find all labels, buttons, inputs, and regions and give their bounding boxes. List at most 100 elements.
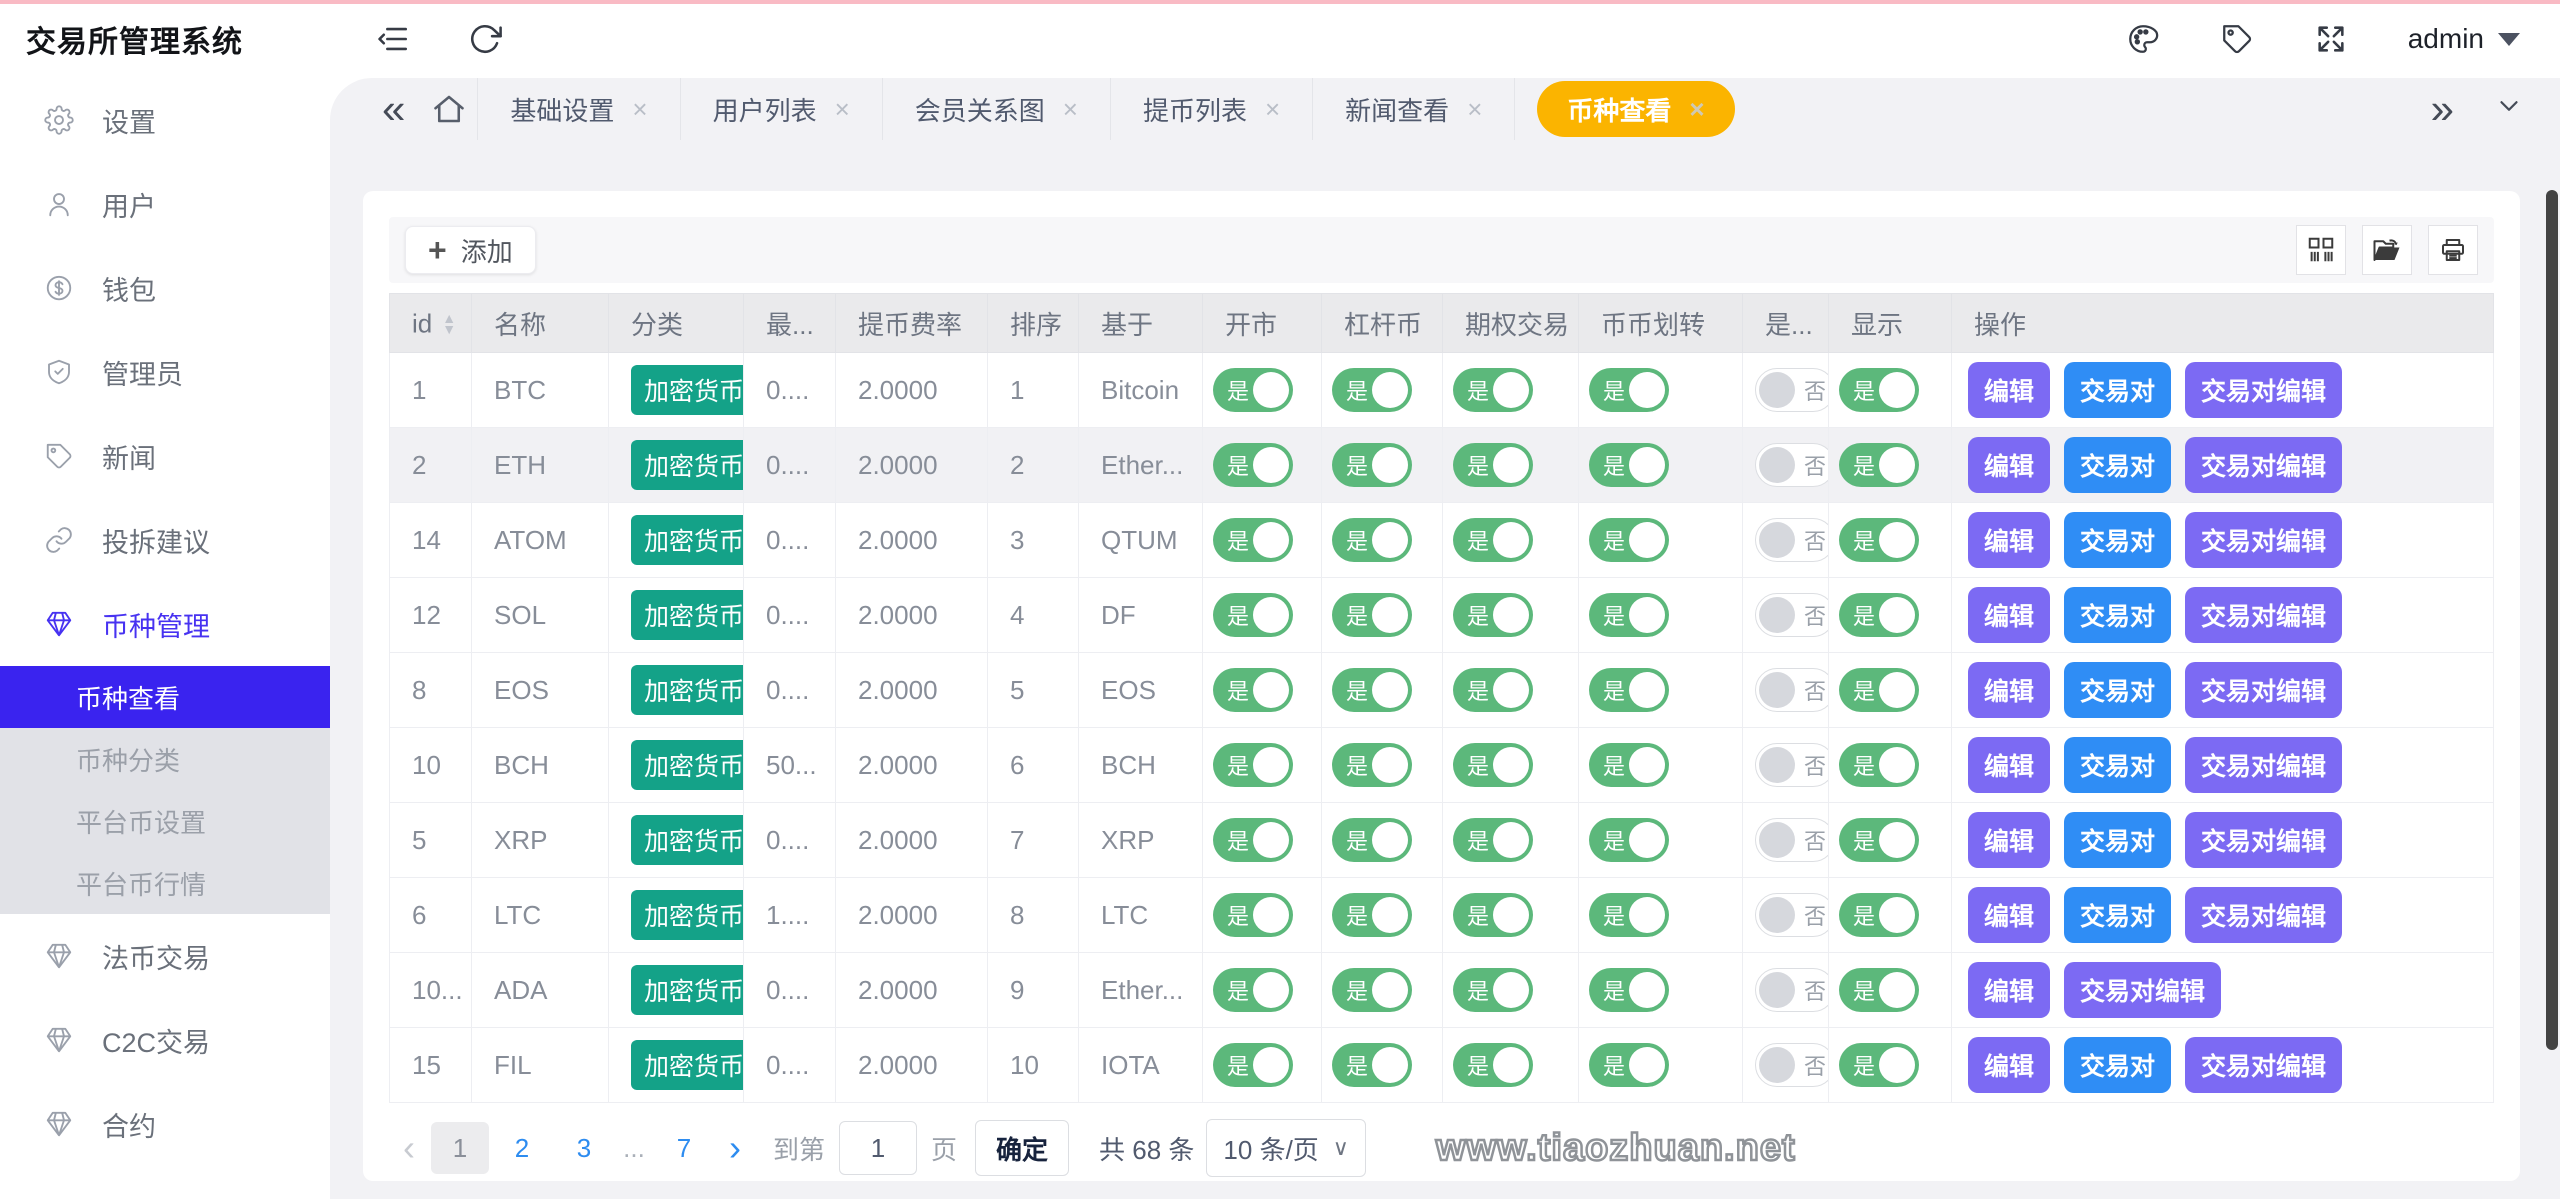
toggle-on[interactable]: 是 bbox=[1839, 518, 1919, 562]
toggle-on[interactable]: 是 bbox=[1589, 443, 1669, 487]
sidebar-item[interactable]: 币种管理 bbox=[0, 582, 330, 666]
sidebar-subitem[interactable]: 平台币设置 bbox=[0, 790, 330, 852]
toggle-on[interactable]: 是 bbox=[1589, 1043, 1669, 1087]
action-button[interactable]: 编辑 bbox=[1968, 587, 2050, 643]
toggle-off[interactable]: 否 bbox=[1755, 968, 1829, 1012]
palette-icon[interactable] bbox=[2126, 22, 2160, 56]
action-button[interactable]: 编辑 bbox=[1968, 362, 2050, 418]
toggle-off[interactable]: 否 bbox=[1755, 1043, 1829, 1087]
action-button[interactable]: 编辑 bbox=[1968, 812, 2050, 868]
action-button[interactable]: 编辑 bbox=[1968, 662, 2050, 718]
collapse-tabs-right-icon[interactable]: » bbox=[2431, 88, 2454, 130]
action-button[interactable]: 编辑 bbox=[1968, 962, 2050, 1018]
home-tab-icon[interactable] bbox=[431, 91, 467, 127]
toggle-on[interactable]: 是 bbox=[1213, 893, 1293, 937]
tab[interactable]: 币种查看× bbox=[1537, 81, 1734, 137]
toggle-on[interactable]: 是 bbox=[1213, 443, 1293, 487]
toggle-on[interactable]: 是 bbox=[1332, 518, 1412, 562]
toggle-on[interactable]: 是 bbox=[1453, 518, 1533, 562]
toggle-on[interactable]: 是 bbox=[1839, 743, 1919, 787]
toggle-off[interactable]: 否 bbox=[1755, 668, 1829, 712]
toggle-on[interactable]: 是 bbox=[1453, 743, 1533, 787]
confirm-button[interactable]: 确定 bbox=[975, 1120, 1069, 1176]
page-button[interactable]: 1 bbox=[431, 1122, 489, 1174]
toggle-on[interactable]: 是 bbox=[1589, 893, 1669, 937]
sidebar-subitem[interactable]: 平台币行情 bbox=[0, 852, 330, 914]
action-button[interactable]: 交易对编辑 bbox=[2185, 887, 2342, 943]
tab[interactable]: 提币列表× bbox=[1111, 78, 1313, 140]
goto-page-input[interactable] bbox=[839, 1121, 917, 1175]
tab[interactable]: 用户列表× bbox=[681, 78, 883, 140]
next-page-icon[interactable]: › bbox=[715, 1127, 755, 1169]
toggle-on[interactable]: 是 bbox=[1589, 968, 1669, 1012]
toggle-off[interactable]: 否 bbox=[1755, 518, 1829, 562]
action-button[interactable]: 交易对编辑 bbox=[2185, 662, 2342, 718]
columns-icon[interactable] bbox=[2296, 225, 2346, 275]
fullscreen-icon[interactable] bbox=[2314, 22, 2348, 56]
toggle-on[interactable]: 是 bbox=[1453, 968, 1533, 1012]
toggle-off[interactable]: 否 bbox=[1755, 818, 1829, 862]
tag-icon[interactable] bbox=[2220, 22, 2254, 56]
toggle-on[interactable]: 是 bbox=[1589, 593, 1669, 637]
action-button[interactable]: 交易对编辑 bbox=[2185, 512, 2342, 568]
toggle-on[interactable]: 是 bbox=[1589, 818, 1669, 862]
action-button[interactable]: 交易对编辑 bbox=[2185, 437, 2342, 493]
action-button[interactable]: 交易对编辑 bbox=[2185, 362, 2342, 418]
tab[interactable]: 新闻查看× bbox=[1313, 78, 1515, 140]
tab-list-caret-icon[interactable] bbox=[2494, 91, 2524, 128]
page-size-select[interactable]: 10 条/页 ∨ bbox=[1206, 1119, 1365, 1177]
toggle-on[interactable]: 是 bbox=[1839, 968, 1919, 1012]
action-button[interactable]: 编辑 bbox=[1968, 512, 2050, 568]
collapse-tabs-left-icon[interactable]: « bbox=[382, 88, 405, 130]
tab-close-icon[interactable]: × bbox=[1467, 96, 1482, 122]
action-button[interactable]: 交易对编辑 bbox=[2185, 587, 2342, 643]
toggle-on[interactable]: 是 bbox=[1589, 368, 1669, 412]
sidebar-item[interactable]: 合约 bbox=[0, 1082, 330, 1166]
toggle-on[interactable]: 是 bbox=[1332, 893, 1412, 937]
toggle-off[interactable]: 否 bbox=[1755, 893, 1829, 937]
toggle-on[interactable]: 是 bbox=[1332, 1043, 1412, 1087]
sidebar-item[interactable]: 钱包 bbox=[0, 246, 330, 330]
action-button[interactable]: 交易对 bbox=[2064, 512, 2171, 568]
tab-close-icon[interactable]: × bbox=[632, 96, 647, 122]
toggle-on[interactable]: 是 bbox=[1213, 593, 1293, 637]
action-button[interactable]: 交易对编辑 bbox=[2064, 962, 2221, 1018]
add-button[interactable]: + 添加 bbox=[405, 226, 536, 274]
action-button[interactable]: 交易对 bbox=[2064, 887, 2171, 943]
toggle-on[interactable]: 是 bbox=[1839, 368, 1919, 412]
tab[interactable]: 会员关系图× bbox=[883, 78, 1111, 140]
action-button[interactable]: 交易对 bbox=[2064, 737, 2171, 793]
print-icon[interactable] bbox=[2428, 225, 2478, 275]
toggle-on[interactable]: 是 bbox=[1453, 818, 1533, 862]
toggle-on[interactable]: 是 bbox=[1839, 668, 1919, 712]
sidebar-item[interactable]: 设置 bbox=[0, 78, 330, 162]
export-icon[interactable] bbox=[2362, 225, 2412, 275]
toggle-on[interactable]: 是 bbox=[1839, 1043, 1919, 1087]
toggle-on[interactable]: 是 bbox=[1839, 593, 1919, 637]
toggle-on[interactable]: 是 bbox=[1453, 1043, 1533, 1087]
toggle-off[interactable]: 否 bbox=[1755, 593, 1829, 637]
toggle-on[interactable]: 是 bbox=[1332, 743, 1412, 787]
action-button[interactable]: 交易对编辑 bbox=[2185, 812, 2342, 868]
toggle-on[interactable]: 是 bbox=[1453, 593, 1533, 637]
toggle-on[interactable]: 是 bbox=[1332, 668, 1412, 712]
toggle-on[interactable]: 是 bbox=[1839, 893, 1919, 937]
sidebar-item[interactable]: 管理员 bbox=[0, 330, 330, 414]
toggle-on[interactable]: 是 bbox=[1453, 368, 1533, 412]
toggle-on[interactable]: 是 bbox=[1213, 818, 1293, 862]
sort-icon[interactable]: ▲▼ bbox=[442, 313, 456, 335]
action-button[interactable]: 编辑 bbox=[1968, 1037, 2050, 1093]
action-button[interactable]: 交易对编辑 bbox=[2185, 1037, 2342, 1093]
toggle-on[interactable]: 是 bbox=[1453, 668, 1533, 712]
toggle-on[interactable]: 是 bbox=[1332, 968, 1412, 1012]
toggle-on[interactable]: 是 bbox=[1589, 668, 1669, 712]
toggle-on[interactable]: 是 bbox=[1332, 593, 1412, 637]
page-button[interactable]: 7 bbox=[655, 1122, 713, 1174]
toggle-on[interactable]: 是 bbox=[1453, 443, 1533, 487]
tab-close-icon[interactable]: × bbox=[835, 96, 850, 122]
toggle-on[interactable]: 是 bbox=[1332, 443, 1412, 487]
tab-close-icon[interactable]: × bbox=[1689, 96, 1704, 122]
toggle-on[interactable]: 是 bbox=[1332, 368, 1412, 412]
action-button[interactable]: 交易对 bbox=[2064, 437, 2171, 493]
toggle-on[interactable]: 是 bbox=[1213, 1043, 1293, 1087]
